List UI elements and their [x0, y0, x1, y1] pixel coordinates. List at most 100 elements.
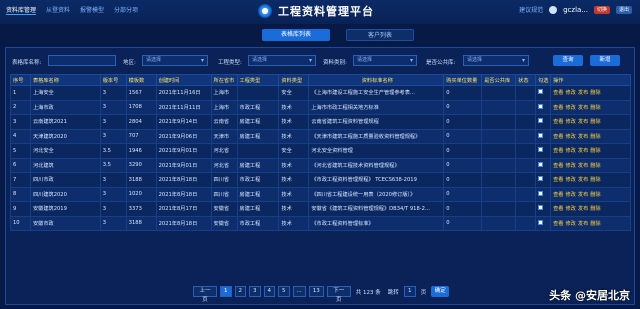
delete-link[interactable]: 删除 — [590, 163, 600, 169]
nav-item-library[interactable]: 资料库管理 — [6, 5, 37, 15]
publish-link[interactable]: 发布 — [578, 148, 588, 154]
table-cell: 2021年8月17日 — [155, 201, 212, 217]
publish-link[interactable]: 发布 — [578, 192, 588, 198]
row-checkbox[interactable] — [538, 103, 544, 109]
publish-link[interactable]: 发布 — [578, 177, 588, 183]
next-page-button[interactable]: 下一页 — [326, 286, 351, 303]
row-checkbox[interactable] — [538, 205, 544, 211]
delete-link[interactable]: 删除 — [590, 90, 600, 96]
publish-link[interactable]: 发布 — [578, 105, 588, 111]
table-cell: 技术 — [278, 215, 310, 231]
view-link[interactable]: 查看 — [553, 134, 563, 140]
public-select[interactable]: 请选择 — [463, 55, 529, 66]
row-checkbox[interactable] — [538, 161, 544, 167]
publish-link[interactable]: 发布 — [578, 163, 588, 169]
row-checkbox[interactable] — [538, 176, 544, 182]
publish-link[interactable]: 发布 — [578, 90, 588, 96]
delete-link[interactable]: 删除 — [590, 134, 600, 140]
view-link[interactable]: 查看 — [553, 105, 563, 111]
view-link[interactable]: 查看 — [553, 163, 563, 169]
delete-link[interactable]: 删除 — [590, 119, 600, 125]
view-link[interactable]: 查看 — [553, 119, 563, 125]
row-checkbox[interactable] — [538, 132, 544, 138]
table-cell: 0 — [443, 201, 483, 217]
datatype-select[interactable]: 请选择 — [353, 55, 417, 66]
table-cell: 技术 — [278, 99, 310, 115]
view-link[interactable]: 查看 — [553, 192, 563, 198]
logout-button[interactable]: 退出 — [616, 5, 632, 14]
user-name: gczla... — [563, 5, 588, 14]
edit-link[interactable]: 修改 — [565, 163, 575, 169]
delete-link[interactable]: 删除 — [590, 206, 600, 212]
row-checkbox[interactable] — [538, 190, 544, 196]
edit-link[interactable]: 修改 — [565, 148, 575, 154]
view-link[interactable]: 查看 — [553, 148, 563, 154]
nav-item-3[interactable]: 报警模型 — [80, 5, 104, 15]
prev-page-button[interactable]: 上一页 — [193, 286, 217, 303]
edit-link[interactable]: 修改 — [565, 177, 575, 183]
user-area: 建议规范 gczla... 切换 退出 — [519, 5, 632, 14]
row-checkbox[interactable] — [538, 147, 544, 153]
add-button[interactable]: 新增 — [590, 55, 620, 66]
region-select[interactable]: 请选择 — [142, 55, 208, 66]
delete-link[interactable]: 删除 — [590, 177, 600, 183]
goto-confirm-button[interactable]: 确定 — [431, 286, 450, 297]
nav-item-4[interactable]: 分部分项 — [114, 5, 138, 15]
table-cell: 3 — [99, 186, 127, 202]
page-button[interactable]: 5 — [278, 286, 290, 297]
col-header: 勾选 — [535, 74, 552, 86]
edit-link[interactable]: 修改 — [565, 105, 575, 111]
edit-link[interactable]: 修改 — [565, 90, 575, 96]
edit-link[interactable]: 修改 — [565, 192, 575, 198]
filter-bar: 表格库名称: 地区: 请选择 工程类型: 请选择 资料类别: 请选择 是否公共库… — [10, 55, 630, 67]
delete-link[interactable]: 删除 — [590, 192, 600, 198]
page-number-input[interactable]: 1 — [403, 286, 416, 297]
edit-link[interactable]: 修改 — [565, 221, 575, 227]
table-cell: 2021年8月18日 — [155, 186, 212, 202]
table-cell: 3.5 — [99, 143, 127, 159]
publish-link[interactable]: 发布 — [578, 119, 588, 125]
table-row: 4 天津建筑2020 3 707 2021年9月06日 天津市 房建工程 技术 《天津市建筑工程… — [10, 128, 631, 144]
publish-link[interactable]: 发布 — [578, 134, 588, 140]
table-cell: 房建工程 — [236, 114, 280, 130]
view-link[interactable]: 查看 — [553, 90, 563, 96]
engtype-select[interactable]: 请选择 — [248, 55, 316, 66]
publish-link[interactable]: 发布 — [578, 206, 588, 212]
table-cell: 技术 — [278, 157, 310, 173]
page-button[interactable]: 2 — [234, 286, 246, 297]
user-label[interactable]: 建议规范 — [519, 5, 543, 14]
page-button[interactable]: 3 — [249, 286, 261, 297]
publish-link[interactable]: 发布 — [578, 221, 588, 227]
table-cell — [515, 186, 537, 202]
col-header: 状态 — [515, 74, 537, 86]
view-link[interactable]: 查看 — [553, 221, 563, 227]
pagination: 上一页 1 2 3 4 5 ... 13 下一页 共 123 条 跳转 1 页 … — [193, 286, 450, 303]
edit-link[interactable]: 修改 — [565, 206, 575, 212]
edit-link[interactable]: 修改 — [565, 119, 575, 125]
delete-link[interactable]: 删除 — [590, 221, 600, 227]
table-cell: 安全 — [278, 143, 310, 159]
tab-customer-list[interactable]: 客户列表 — [346, 29, 414, 41]
table-cell: 河北省 — [210, 157, 238, 173]
delete-link[interactable]: 删除 — [590, 105, 600, 111]
delete-link[interactable]: 删除 — [590, 148, 600, 154]
row-checkbox-cell — [535, 172, 552, 188]
table-cell: 5 — [10, 143, 31, 159]
page-button[interactable]: 13 — [308, 286, 324, 297]
view-link[interactable]: 查看 — [553, 177, 563, 183]
row-checkbox[interactable] — [538, 118, 544, 124]
page-button[interactable]: 4 — [263, 286, 275, 297]
table-cell — [481, 157, 517, 173]
nav-item-2[interactable]: 从登资料 — [46, 5, 70, 15]
query-button[interactable]: 查询 — [553, 55, 583, 66]
view-link[interactable]: 查看 — [553, 206, 563, 212]
edit-link[interactable]: 修改 — [565, 134, 575, 140]
row-checkbox[interactable] — [538, 89, 544, 95]
table-cell — [236, 85, 280, 101]
switch-button[interactable]: 切换 — [594, 5, 610, 14]
page-button[interactable]: 1 — [220, 286, 232, 297]
tab-library-list[interactable]: 表格库列表 — [262, 29, 330, 41]
row-checkbox[interactable] — [538, 219, 544, 225]
name-input[interactable] — [48, 55, 116, 66]
table-cell: 四川省 — [210, 186, 238, 202]
